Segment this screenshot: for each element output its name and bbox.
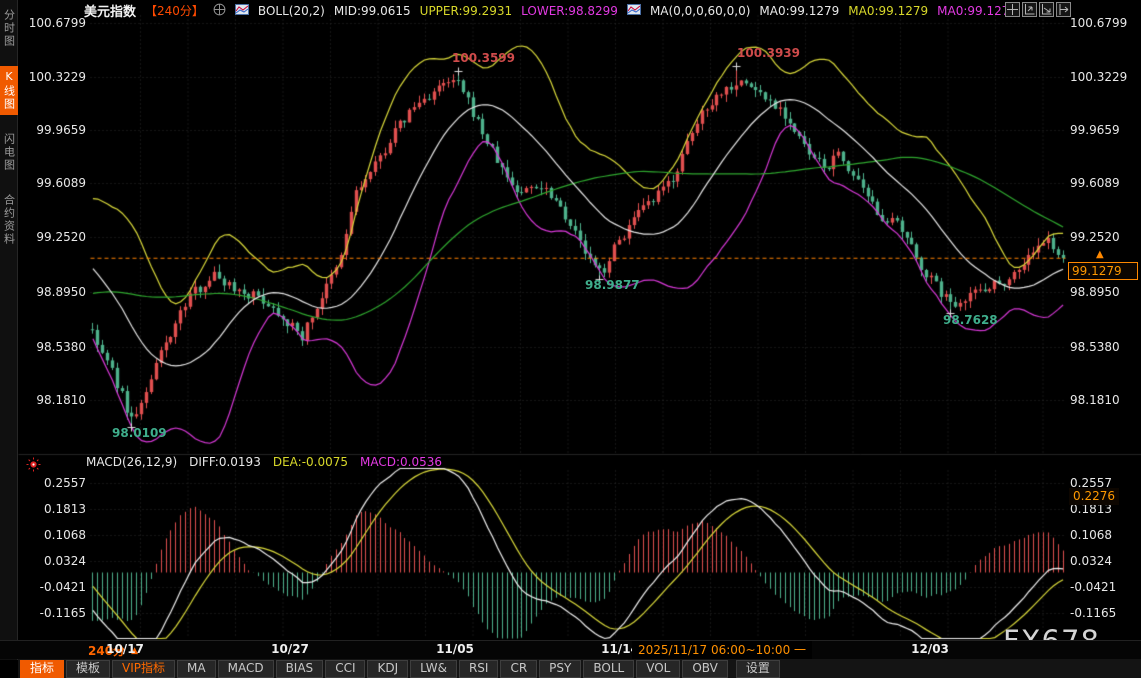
indicator-boll-button[interactable]: BOLL xyxy=(583,660,634,678)
chart-header: 美元指数 【240分】 BOLL(20,2) MID:99.0615 UPPER… xyxy=(84,1,1036,20)
chart-mode-sidebar: 分时图 K线图 闪电图 合约资料 xyxy=(0,0,18,660)
macd-axis-label: 0.1068 xyxy=(24,527,86,543)
price-axis-label: 99.9659 xyxy=(24,122,86,138)
indicator-kdj-button[interactable]: KDJ xyxy=(367,660,408,678)
low-annotation: 98.9877 xyxy=(585,278,640,292)
macd-axis-label: 0.0324 xyxy=(1070,553,1138,569)
indicator-vol-button[interactable]: VOL xyxy=(636,660,680,678)
indicator-toolbar: 指标 模板 VIP指标 MA MACD BIAS CCI KDJ LW& RSI… xyxy=(18,659,1141,678)
price-axis-label: 99.6089 xyxy=(1070,175,1138,191)
macd-axis-label: -0.1165 xyxy=(1070,605,1138,621)
price-axis-label: 98.5380 xyxy=(1070,339,1138,355)
zoom-in-icon[interactable] xyxy=(1022,2,1037,17)
indicator-rsi-button[interactable]: RSI xyxy=(459,660,499,678)
macd-axis-label: 0.1813 xyxy=(24,501,86,517)
boll-indicator-icon[interactable] xyxy=(235,4,249,18)
current-price-box: 99.1279 xyxy=(1068,262,1138,280)
sidebar-item-contract-info[interactable]: 合约资料 xyxy=(0,190,18,250)
sidebar-item-kline-chart[interactable]: K线图 xyxy=(0,66,18,115)
ma-label: MA(0,0,0,60,0,0) xyxy=(650,4,750,18)
macd-axis-label: -0.0421 xyxy=(24,579,86,595)
ma-indicator-icon[interactable] xyxy=(627,4,641,18)
indicator-macd-button[interactable]: MACD xyxy=(218,660,274,678)
crosshair-time-tooltip: 2025/11/17 06:00~10:00 一 xyxy=(632,641,812,659)
current-price-marker-icon: ▲ xyxy=(1096,249,1104,260)
sidebar-item-lightning-chart[interactable]: 闪电图 xyxy=(0,129,18,176)
symbol-name: 美元指数 xyxy=(84,1,136,20)
date-label: 11/05 xyxy=(432,642,478,656)
period-label: 【240分】 xyxy=(145,2,204,19)
zoom-out-icon[interactable] xyxy=(1039,2,1054,17)
time-axis-row: 240分 ▲ 10/17 10/27 11/05 11/14 12/03 202… xyxy=(0,640,1141,659)
date-label: 10/17 xyxy=(102,642,148,656)
tab-templates[interactable]: 模板 xyxy=(66,660,110,678)
macd-diff-value: DIFF:0.0193 xyxy=(189,455,261,469)
macd-dea-value: DEA:-0.0075 xyxy=(273,455,348,469)
low-annotation: 98.0109 xyxy=(112,426,167,440)
indicator-psy-button[interactable]: PSY xyxy=(539,660,581,678)
macd-axis-label: 0.2557 xyxy=(24,475,86,491)
macd-axis-label: 0.0324 xyxy=(24,553,86,569)
ma0-yellow-value: MA0:99.1279 xyxy=(848,4,928,18)
macd-axis-label: 0.1068 xyxy=(1070,527,1138,543)
indicator-ma-button[interactable]: MA xyxy=(177,660,216,678)
macd-axis-label: -0.0421 xyxy=(1070,579,1138,595)
indicator-bias-button[interactable]: BIAS xyxy=(276,660,324,678)
price-axis-label: 98.1810 xyxy=(1070,392,1138,408)
date-label: 12/03 xyxy=(907,642,953,656)
price-axis-label: 100.3229 xyxy=(1070,69,1138,85)
tab-vip-indicators[interactable]: VIP指标 xyxy=(112,660,175,678)
pan-icon[interactable] xyxy=(1005,2,1020,17)
ma0-white-value: MA0:99.1279 xyxy=(759,4,839,18)
indicator-obv-button[interactable]: OBV xyxy=(682,660,728,678)
macd-header: MACD(26,12,9) DIFF:0.0193 DEA:-0.0075 MA… xyxy=(86,455,442,469)
price-axis-label: 98.8950 xyxy=(24,284,86,300)
high-annotation: 100.3599 xyxy=(452,51,515,65)
price-axis-label: 99.2520 xyxy=(24,229,86,245)
boll-lower-value: LOWER:98.8299 xyxy=(521,4,618,18)
date-label: 10/27 xyxy=(267,642,313,656)
boll-label: BOLL(20,2) xyxy=(258,4,325,18)
high-annotation: 100.3939 xyxy=(737,46,800,60)
chart-tool-icons xyxy=(1005,2,1071,17)
indicator-cci-button[interactable]: CCI xyxy=(325,660,365,678)
price-axis-label: 98.8950 xyxy=(1070,284,1138,300)
tab-indicators[interactable]: 指标 xyxy=(20,660,64,678)
price-axis-label: 99.6089 xyxy=(24,175,86,191)
macd-current-value-box: 0.2276 xyxy=(1069,488,1119,505)
indicator-lw-button[interactable]: LW& xyxy=(410,660,457,678)
price-axis-label: 99.2520 xyxy=(1070,229,1138,245)
macd-macd-value: MACD:0.0536 xyxy=(360,455,442,469)
sidebar-item-time-chart[interactable]: 分时图 xyxy=(0,5,18,52)
price-axis-label: 99.9659 xyxy=(1070,122,1138,138)
macd-settings-icon[interactable] xyxy=(26,457,41,476)
boll-mid-value: MID:99.0615 xyxy=(334,4,411,18)
crosshair-circle-icon[interactable] xyxy=(213,3,226,19)
settings-button[interactable]: 设置 xyxy=(736,660,780,678)
trading-app-window: 分时图 K线图 闪电图 合约资料 美元指数 【240分】 BOLL(20,2) … xyxy=(0,0,1141,678)
price-axis-label: 100.6799 xyxy=(24,15,86,31)
macd-axis-label: -0.1165 xyxy=(24,605,86,621)
macd-title: MACD(26,12,9) xyxy=(86,455,177,469)
price-axis-label: 98.5380 xyxy=(24,339,86,355)
candlestick-chart-canvas[interactable] xyxy=(0,0,1141,678)
expand-icon[interactable] xyxy=(1056,2,1071,17)
price-axis-label: 98.1810 xyxy=(24,392,86,408)
price-axis-label: 100.6799 xyxy=(1070,15,1138,31)
indicator-cr-button[interactable]: CR xyxy=(500,660,537,678)
low-annotation: 98.7628 xyxy=(943,313,998,327)
price-axis-label: 100.3229 xyxy=(24,69,86,85)
boll-upper-value: UPPER:99.2931 xyxy=(420,4,512,18)
